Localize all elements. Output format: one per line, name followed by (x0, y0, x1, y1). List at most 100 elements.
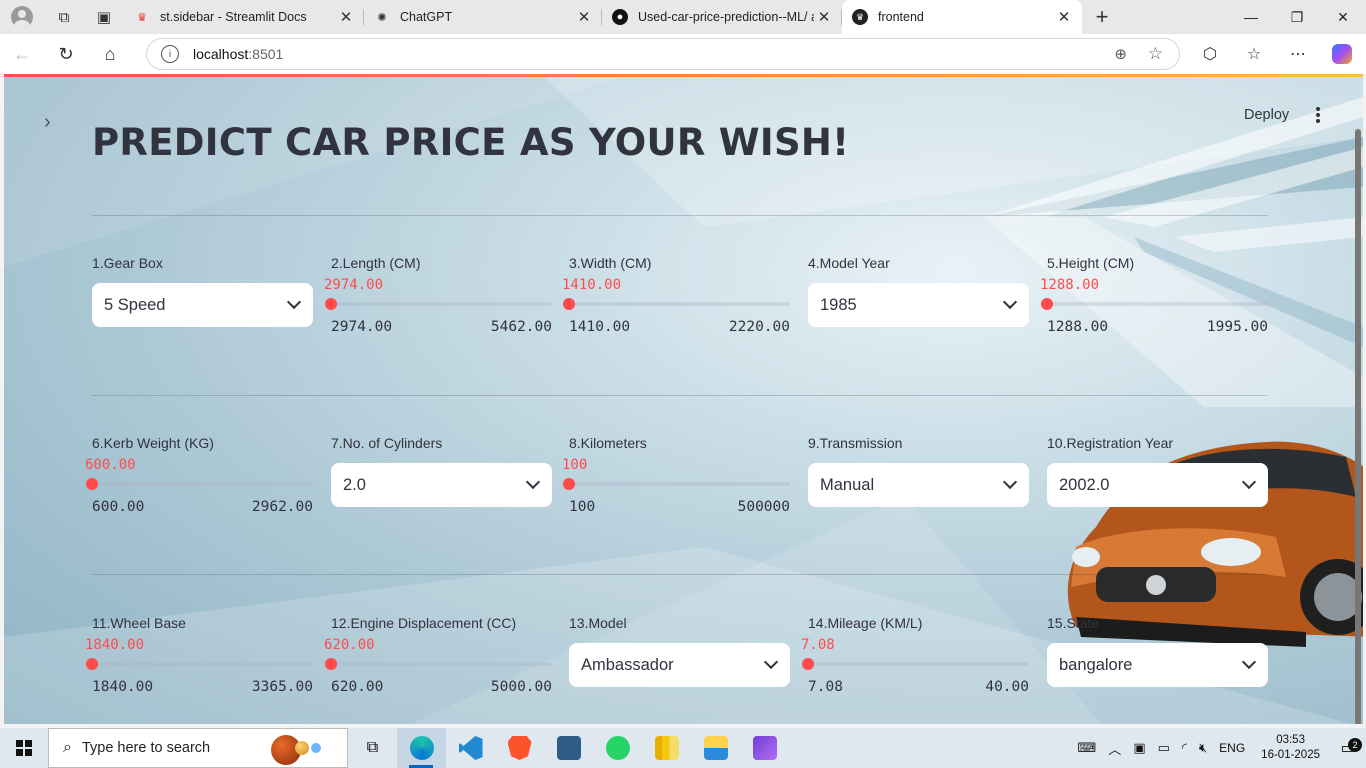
chevron-down-icon (1002, 294, 1018, 310)
site-info-icon[interactable]: i (161, 45, 179, 63)
main-menu-icon[interactable] (1310, 105, 1326, 125)
brave-browser-icon[interactable] (495, 728, 544, 768)
model-select: 13.Model Ambassador (569, 615, 790, 687)
model-year-dropdown[interactable]: 1985 (808, 283, 1029, 327)
slider-min: 2974.00 (331, 319, 393, 335)
zoom-icon[interactable]: ⊕ (1114, 45, 1127, 63)
slider-thumb[interactable] (802, 658, 814, 670)
more-menu-icon[interactable]: ⋯ (1276, 34, 1320, 74)
selected-value: Ambassador (581, 655, 674, 674)
close-icon[interactable]: ✕ (814, 8, 834, 26)
clock[interactable]: 03:53 16-01-2025 (1251, 733, 1330, 763)
tab-title: ChatGPT (400, 10, 453, 24)
slider-min: 7.08 (808, 679, 843, 695)
taskbar-search[interactable]: ⌕ Type here to search (48, 728, 348, 768)
widget-label: 11.Wheel Base (92, 615, 186, 631)
notification-center-icon[interactable]: ▭ 2 (1330, 738, 1366, 758)
slider-track[interactable] (1047, 302, 1268, 306)
close-icon[interactable]: ✕ (1054, 8, 1074, 26)
registration-year-dropdown[interactable]: 2002.0 (1047, 463, 1268, 507)
extensions-icon[interactable]: ⬡ (1188, 34, 1232, 74)
minimize-icon[interactable]: — (1228, 0, 1274, 34)
favorites-icon[interactable]: ☆ (1232, 34, 1276, 74)
close-icon[interactable]: ✕ (574, 8, 594, 26)
tab-github[interactable]: ● Used-car-price-prediction--ML/ a ✕ (602, 0, 842, 34)
power-bi-icon[interactable] (642, 728, 691, 768)
chevron-down-icon (1241, 654, 1257, 670)
slider-max: 1995.00 (1206, 319, 1268, 335)
address-bar[interactable]: i localhost:8501 ⊕ ☆ (146, 38, 1180, 70)
refresh-icon[interactable]: ↻ (44, 34, 88, 74)
slider-thumb[interactable] (325, 298, 337, 310)
slider-track[interactable] (92, 662, 313, 666)
task-view-icon[interactable]: ⧉ (348, 728, 397, 768)
model-dropdown[interactable]: Ambassador (569, 643, 790, 687)
workspaces-icon[interactable]: ⧉ (44, 0, 84, 34)
slider-value: 2974.00 (324, 277, 384, 293)
widget-label: 2.Length (CM) (331, 255, 421, 271)
widget-label: 4.Model Year (808, 255, 890, 271)
tab-chatgpt[interactable]: ✺ ChatGPT ✕ (364, 0, 602, 34)
slider-thumb[interactable] (563, 478, 575, 490)
slider-track[interactable] (92, 482, 313, 486)
slider-thumb[interactable] (86, 658, 98, 670)
taskbar: ⌕ Type here to search ⧉ ⌨ ︿ ▣ ▭ ◜ 🔇︎ ENG… (0, 728, 1366, 768)
selected-value: Manual (820, 475, 875, 494)
close-icon[interactable]: ✕ (336, 8, 356, 26)
slider-track[interactable] (331, 302, 552, 306)
profile-button[interactable] (0, 0, 44, 34)
slider-max: 3365.00 (251, 679, 313, 695)
mysql-workbench-icon[interactable] (544, 728, 593, 768)
vscode-icon[interactable] (446, 728, 495, 768)
chevron-up-icon[interactable]: ︿ (1102, 739, 1127, 758)
slider-thumb[interactable] (1041, 298, 1053, 310)
url-text: localhost:8501 (193, 46, 283, 62)
tab-title: Used-car-price-prediction--ML/ a (638, 10, 814, 24)
width-slider: 3.Width (CM) 1410.00 1410.00 2220.00 (562, 255, 790, 335)
state-dropdown[interactable]: bangalore (1047, 643, 1268, 687)
slider-track[interactable] (569, 482, 790, 486)
keyboard-icon[interactable]: ⌨ (1072, 740, 1103, 756)
whatsapp-icon[interactable] (593, 728, 642, 768)
scrollbar[interactable] (1355, 129, 1361, 724)
slider-track[interactable] (569, 302, 790, 306)
slider-thumb[interactable] (86, 478, 98, 490)
deploy-button[interactable]: Deploy (1244, 107, 1289, 123)
wifi-icon[interactable]: ◜ (1176, 740, 1193, 756)
profile-avatar-icon (11, 6, 33, 28)
new-tab-button[interactable]: + (1082, 4, 1122, 30)
url-port: :8501 (248, 46, 284, 62)
tab-actions-icon[interactable]: ▣ (84, 0, 124, 34)
file-explorer-icon[interactable] (691, 728, 740, 768)
tab-frontend[interactable]: ♛ frontend ✕ (842, 0, 1082, 34)
gear-box-dropdown[interactable]: 5 Speed (92, 283, 313, 327)
selected-value: 5 Speed (104, 295, 166, 314)
cylinders-dropdown[interactable]: 2.0 (331, 463, 552, 507)
battery-icon[interactable]: ▭ (1152, 740, 1176, 756)
volume-icon[interactable]: 🔇︎ (1193, 740, 1213, 756)
selected-value: bangalore (1059, 655, 1133, 674)
clipchamp-icon[interactable] (740, 728, 789, 768)
slider-thumb[interactable] (563, 298, 575, 310)
favorite-star-icon[interactable]: ☆ (1148, 44, 1163, 64)
slider-track[interactable] (331, 662, 552, 666)
close-window-icon[interactable]: ✕ (1320, 0, 1366, 34)
slider-value: 100 (562, 457, 588, 473)
widget-label: 8.Kilometers (569, 435, 647, 451)
home-icon[interactable]: ⌂ (88, 34, 132, 74)
slider-track[interactable] (808, 662, 1029, 666)
edge-browser-icon[interactable] (397, 728, 446, 768)
mileage-slider: 14.Mileage (KM/L) 7.08 7.08 40.00 (801, 615, 1029, 695)
back-arrow-icon[interactable]: ← (0, 34, 44, 74)
language-indicator[interactable]: ENG (1213, 741, 1251, 755)
tab-streamlit-docs[interactable]: ♛ st.sidebar - Streamlit Docs ✕ (124, 0, 364, 34)
slider-max: 2220.00 (728, 319, 790, 335)
security-icon[interactable]: ▣ (1127, 740, 1151, 756)
sidebar-expand-chevron-icon[interactable]: › (44, 111, 51, 134)
divider (92, 395, 1268, 396)
start-button[interactable] (0, 728, 48, 768)
transmission-dropdown[interactable]: Manual (808, 463, 1029, 507)
restore-icon[interactable]: ❐ (1274, 0, 1320, 34)
slider-thumb[interactable] (325, 658, 337, 670)
copilot-icon[interactable] (1320, 34, 1364, 74)
